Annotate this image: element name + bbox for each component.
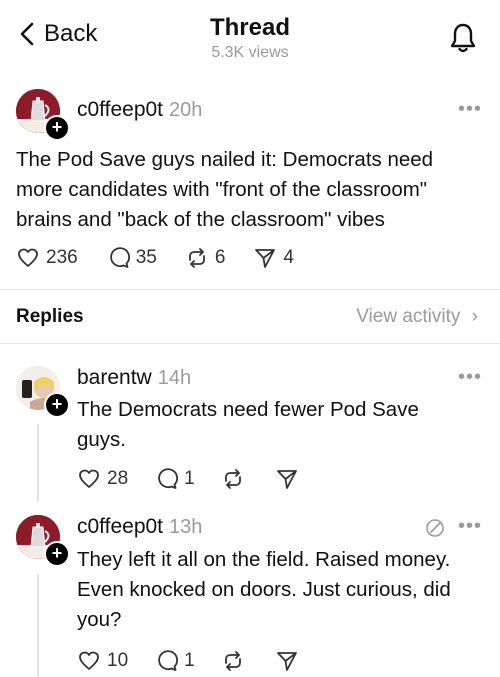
view-activity-label: View activity [356, 306, 461, 327]
like-count: 28 [107, 468, 129, 489]
send-icon [255, 249, 276, 268]
send-icon [276, 470, 297, 489]
page-title: Thread [209, 14, 290, 41]
reply-text-line: you? [77, 608, 122, 631]
repost-icon [224, 651, 241, 671]
more-options-icon[interactable]: ••• [458, 515, 482, 538]
replies-label: Replies [16, 306, 84, 327]
heart-icon [79, 651, 99, 670]
reply-text-line: The Democrats need fewer Pod Save [77, 398, 419, 421]
follow-plus-icon[interactable]: + [44, 115, 70, 141]
reply-text: The Democrats need fewer Pod Save guys. [77, 395, 477, 455]
more-options-icon[interactable]: ••• [458, 366, 482, 389]
username[interactable]: c0ffeep0t [77, 98, 163, 121]
share-button[interactable] [275, 649, 299, 673]
post-actions: 236 35 6 4 [16, 246, 294, 270]
reply-actions: 28 1 [77, 467, 299, 491]
like-count: 10 [107, 650, 129, 671]
reply-text-line: guys. [77, 428, 126, 451]
thread-line [37, 574, 39, 677]
send-icon [276, 652, 297, 671]
comment-count: 1 [184, 468, 195, 489]
like-button[interactable]: 236 [16, 246, 78, 270]
post-text-line: more candidates with "front of the class… [16, 178, 428, 201]
like-button[interactable]: 10 [77, 649, 128, 673]
username[interactable]: c0ffeep0t [77, 515, 163, 538]
comment-bubble-icon [109, 247, 130, 268]
reply-meta: barentw 14h [77, 366, 191, 390]
repost-button[interactable]: 6 [185, 246, 226, 270]
like-button[interactable]: 28 [77, 467, 128, 491]
bell-icon[interactable] [449, 22, 477, 54]
comment-button[interactable]: 1 [154, 649, 195, 673]
comment-button[interactable]: 35 [106, 246, 157, 270]
comment-count: 35 [135, 247, 157, 268]
divider [0, 343, 500, 344]
comment-button[interactable]: 1 [154, 467, 195, 491]
repost-button[interactable] [221, 467, 245, 491]
username[interactable]: barentw [77, 366, 152, 389]
follow-plus-icon[interactable]: + [44, 392, 70, 418]
repost-icon [224, 469, 241, 489]
reply-text-line: They left it all on the field. Raised mo… [77, 548, 451, 571]
heart-icon [79, 469, 99, 488]
like-count: 236 [46, 247, 78, 268]
follow-plus-icon[interactable]: + [44, 541, 70, 567]
chevron-right-icon: › [471, 306, 478, 327]
view-count: 5.3K views [211, 44, 289, 61]
share-button[interactable] [275, 467, 299, 491]
divider [0, 289, 500, 290]
post-meta: c0ffeep0t 20h [77, 98, 202, 122]
post-text-line: The Pod Save guys nailed it: Democrats n… [16, 148, 434, 171]
comment-bubble-icon [158, 650, 179, 671]
thread-line [37, 424, 39, 502]
reply-text: They left it all on the field. Raised mo… [77, 545, 487, 635]
repost-count: 6 [214, 247, 226, 268]
timestamp: 14h [157, 367, 192, 389]
timestamp: 13h [169, 516, 203, 538]
more-options-icon[interactable]: ••• [458, 98, 482, 121]
repost-button[interactable] [221, 649, 245, 673]
reply-text-line: Even knocked on doors. Just curious, did [77, 578, 451, 601]
comment-count: 1 [184, 650, 195, 671]
edited-indicator-icon [426, 519, 444, 537]
share-count: 4 [283, 247, 294, 268]
post-text: The Pod Save guys nailed it: Democrats n… [16, 145, 486, 235]
reply-actions: 10 1 [77, 649, 299, 673]
view-activity-link[interactable]: View activity › [356, 306, 478, 328]
heart-icon [18, 248, 38, 267]
timestamp: 20h [169, 99, 203, 121]
post-text-line: brains and "back of the classroom" vibes [16, 208, 385, 231]
reply-meta: c0ffeep0t 13h [77, 515, 202, 539]
comment-bubble-icon [158, 468, 179, 489]
share-button[interactable]: 4 [253, 246, 294, 270]
repost-icon [188, 248, 205, 268]
